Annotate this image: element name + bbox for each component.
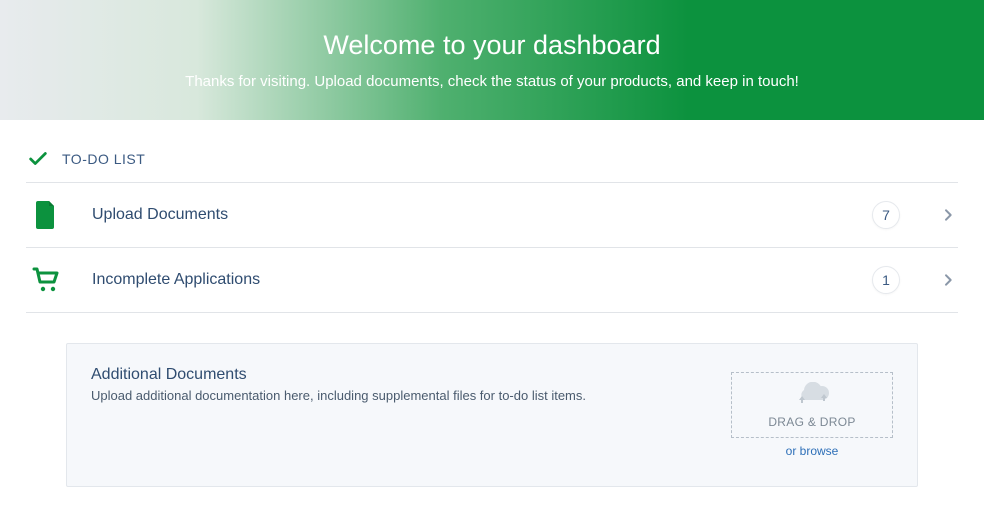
dropzone-wrap: DRAG & DROP or browse [731, 372, 893, 458]
divider [26, 312, 958, 313]
chevron-right-icon [940, 272, 956, 288]
count-badge: 1 [872, 266, 900, 294]
cart-icon [26, 267, 66, 293]
drag-drop-label: DRAG & DROP [768, 415, 855, 429]
document-icon [26, 201, 66, 229]
hero-title: Welcome to your dashboard [323, 30, 660, 61]
browse-link[interactable]: or browse [786, 444, 839, 458]
upload-card-subtitle: Upload additional documentation here, in… [91, 388, 586, 403]
drag-drop-zone[interactable]: DRAG & DROP [731, 372, 893, 438]
todo-item-label: Incomplete Applications [92, 271, 846, 289]
additional-documents-card: Additional Documents Upload additional d… [66, 343, 918, 487]
todo-heading: TO-DO LIST [62, 151, 145, 167]
todo-item-incomplete-applications[interactable]: Incomplete Applications 1 [26, 248, 958, 312]
upload-card-title: Additional Documents [91, 366, 586, 384]
check-icon [26, 148, 50, 170]
todo-item-upload-documents[interactable]: Upload Documents 7 [26, 183, 958, 247]
hero-banner: Welcome to your dashboard Thanks for vis… [0, 0, 984, 120]
todo-item-label: Upload Documents [92, 206, 846, 224]
upload-text: Additional Documents Upload additional d… [91, 366, 586, 403]
todo-section-header: TO-DO LIST [26, 140, 958, 182]
main-content: TO-DO LIST Upload Documents 7 Incomplete… [0, 120, 984, 487]
cloud-upload-icon [792, 382, 832, 411]
chevron-right-icon [940, 207, 956, 223]
hero-subtitle: Thanks for visiting. Upload documents, c… [185, 73, 799, 90]
count-badge: 7 [872, 201, 900, 229]
